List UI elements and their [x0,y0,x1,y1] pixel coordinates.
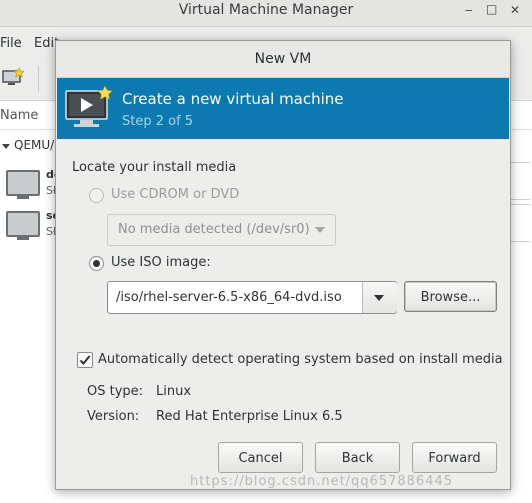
cdrom-media-combo[interactable]: No media detected (/dev/sr0) [107,214,336,246]
monitor-icon [6,211,40,237]
new-vm-icon[interactable] [2,68,24,86]
iso-radio[interactable] [89,256,104,271]
iso-history-dropdown[interactable] [362,282,397,313]
banner-step: Step 2 of 5 [122,114,194,129]
vmm-window-title: Virtual Machine Manager [178,2,354,18]
autodetect-label: Automatically detect operating system ba… [98,352,503,367]
os-type-value: Linux [156,384,192,399]
dropdown-arrow-icon [315,227,325,233]
cdrom-radio[interactable] [89,188,104,203]
expander-icon[interactable] [2,144,10,149]
iso-path-combo [107,281,397,314]
maximize-icon[interactable]: □ [486,2,497,16]
version-label: Version: [87,409,140,424]
cdrom-media-value: No media detected (/dev/sr0) [118,222,310,237]
vmm-titlebar: Virtual Machine Manager ‒ □ ✕ [0,0,532,27]
vm-screen-icon [65,86,113,127]
banner-title: Create a new virtual machine [122,90,344,108]
version-value: Red Hat Enterprise Linux 6.5 [156,409,343,424]
toolbar-separator [38,66,39,92]
new-vm-dialog: New VM Create a new virtual machine Step… [55,40,511,490]
minimize-icon[interactable]: ‒ [465,3,473,17]
menu-file[interactable]: File [0,36,22,51]
iso-path-input[interactable] [108,282,361,313]
close-icon[interactable]: ✕ [510,3,520,17]
monitor-icon [6,170,40,196]
browse-button[interactable]: Browse... [404,281,497,312]
dropdown-arrow-icon [374,295,384,301]
cancel-button[interactable]: Cancel [218,442,303,473]
column-header-name[interactable]: Name [0,108,38,123]
checkmark-icon [79,355,91,365]
forward-button[interactable]: Forward [412,442,497,473]
autodetect-checkbox[interactable] [77,352,93,368]
os-type-label: OS type: [87,384,144,399]
watermark: https://blog.csdn.net/qq657886445 [190,474,454,489]
section-label: Locate your install media [72,160,237,175]
wizard-banner: Create a new virtual machine Step 2 of 5 [57,78,509,139]
dialog-title: New VM [56,41,510,78]
back-button[interactable]: Back [315,442,400,473]
iso-label: Use ISO image: [111,255,211,270]
cdrom-label: Use CDROM or DVD [111,187,240,202]
